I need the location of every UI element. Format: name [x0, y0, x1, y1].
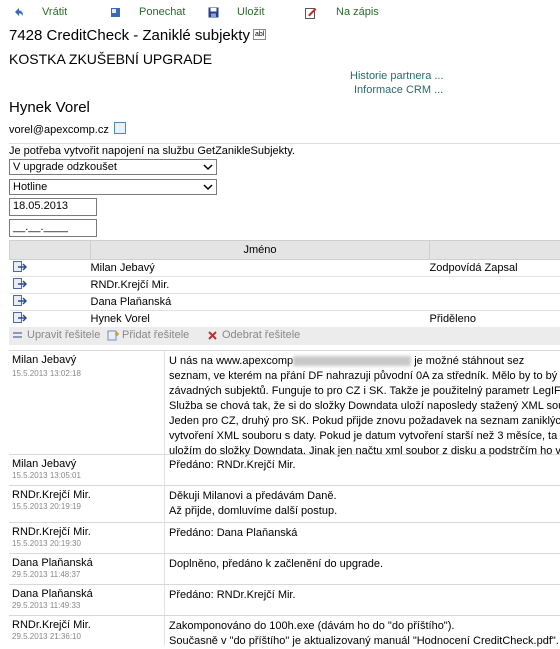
user-arrow-icon[interactable]: [13, 295, 27, 307]
log-message: Předáno: Dana Plaňanská: [169, 526, 297, 541]
chevron-down-icon: [203, 182, 213, 192]
log-message: Předáno: RNDr.Krejčí Mir.: [169, 588, 296, 603]
visit-button[interactable]: Na zápis: [305, 5, 379, 19]
resolvers-table: Jméno Milan JebavýZodpovídá Zapsal RNDr.…: [9, 240, 560, 328]
floppy-icon: [208, 7, 219, 18]
log-entry: Dana Plaňanská 29.5.2013 11:49:33 Předán…: [9, 584, 560, 615]
time-field[interactable]: __.__.____: [9, 219, 97, 237]
note-icon: [305, 7, 316, 18]
toolbar: Vrátit Ponechat Uložit Na zápis: [0, 0, 560, 24]
log-message: Doplněno, předáno k začlenění do upgrade…: [169, 557, 383, 572]
log-entry: Milan Jebavý 15.5.2013 13:05:01 Předáno:…: [9, 454, 560, 485]
user-arrow-icon[interactable]: [13, 278, 27, 290]
contact-name: Hynek Vorel: [9, 99, 90, 116]
column-header-name: Jméno: [91, 241, 430, 260]
log-entry: Dana Plaňanská 29.5.2013 11:48:37 Doplně…: [9, 553, 560, 584]
category-select[interactable]: Hotline: [9, 179, 217, 195]
keep-button[interactable]: Ponechat: [110, 5, 185, 19]
table-row[interactable]: Hynek VorelPřiděleno: [10, 311, 560, 328]
delete-icon: [207, 330, 218, 341]
page-title: 7428 CreditCheck - Zaniklé subjektyabl: [9, 27, 266, 44]
log-message: U nás na www.apexcomp je možné stáhnout …: [169, 354, 560, 459]
add-resolver-button[interactable]: Přidat řešitele: [107, 329, 189, 341]
table-row[interactable]: Milan JebavýZodpovídá Zapsal: [10, 260, 560, 277]
chevron-down-icon: [203, 162, 213, 172]
redacted-url: [293, 356, 411, 366]
contact-email: vorel@apexcomp.cz: [9, 124, 126, 136]
request-description: Je potřeba vytvořit napojení na službu G…: [9, 143, 560, 157]
keep-icon: [110, 7, 121, 18]
log-entry: RNDr.Krejčí Mir. 15.5.2013 20:19:19 Děku…: [9, 485, 560, 522]
crm-info-link[interactable]: Informace CRM ...: [354, 84, 443, 96]
save-button[interactable]: Uložit: [208, 5, 265, 19]
log-message: Předáno: RNDr.Krejčí Mir.: [169, 458, 296, 473]
add-user-icon: [107, 330, 118, 341]
list-icon: [12, 330, 23, 341]
email-icon[interactable]: [114, 122, 126, 134]
log-entry: RNDr.Krejčí Mir. 29.5.2013 21:36:10 Zako…: [9, 615, 560, 646]
table-row[interactable]: RNDr.Krejčí Mir.: [10, 277, 560, 294]
date-field[interactable]: 18.05.2013: [9, 198, 97, 216]
log-entry: Milan Jebavý 15.5.2013 13:02:18 U nás na…: [9, 350, 560, 454]
log-entry: RNDr.Krejčí Mir. 15.5.2013 20:19:30 Před…: [9, 522, 560, 553]
status-select[interactable]: V upgrade odzkoušet: [9, 159, 217, 175]
back-button[interactable]: Vrátit: [13, 5, 67, 19]
undo-icon: [13, 7, 24, 18]
user-arrow-icon[interactable]: [13, 261, 27, 273]
log-message: Děkuji Milanovi a předávám Daně.Až přijd…: [169, 489, 337, 519]
resolver-actions-bar: Upravit řešitele Přidat řešitele Odebrat…: [9, 327, 560, 345]
remove-resolver-button[interactable]: Odebrat řešitele: [207, 329, 300, 341]
edit-resolvers-button[interactable]: Upravit řešitele: [12, 329, 100, 341]
edit-text-icon[interactable]: abl: [253, 29, 266, 40]
user-arrow-icon[interactable]: [13, 312, 27, 324]
partner-history-link[interactable]: Historie partnera ...: [350, 70, 444, 82]
table-row[interactable]: Dana Plaňanská: [10, 294, 560, 311]
page-subtitle: KOSTKA ZKUŠEBNÍ UPGRADE: [9, 51, 212, 67]
